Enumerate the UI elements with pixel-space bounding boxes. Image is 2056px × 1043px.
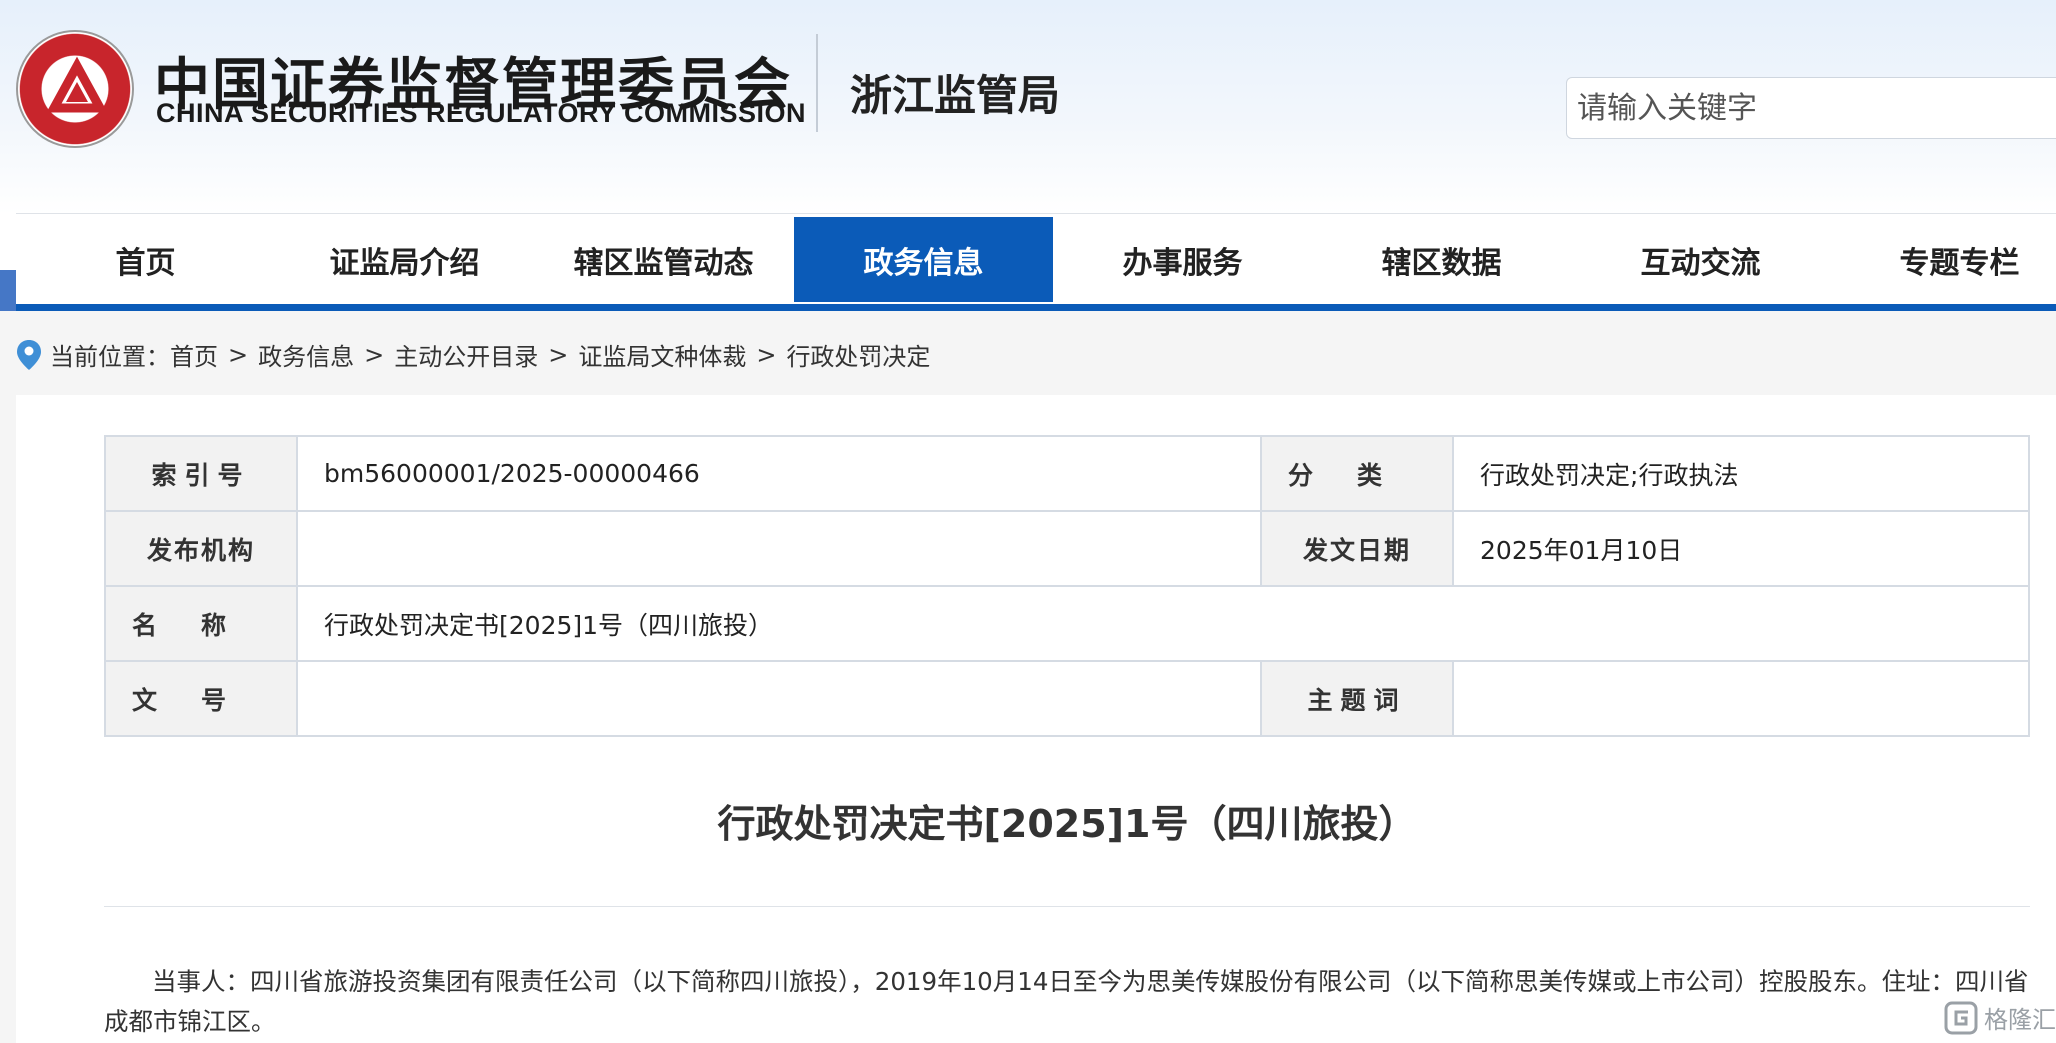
breadcrumb-document-genre[interactable]: 证监局文种体裁 [578, 337, 746, 372]
left-edge-tab [0, 270, 16, 311]
site-header: 中国证券监督管理委员会 CHINA SECURITIES REGULATORY … [0, 0, 2056, 214]
title-divider [104, 906, 2030, 907]
seal-emblem-icon [46, 56, 108, 113]
breadcrumb-separator: > [364, 340, 385, 369]
table-row: 名称 行政处罚决定书[2025]1号（四川旅投） [103, 585, 2030, 662]
nav-underline [16, 304, 2056, 311]
document-name-label: 名称 [103, 585, 299, 662]
issue-date-label: 发文日期 [1260, 510, 1455, 587]
nav-item-bureau-intro[interactable]: 证监局介绍 [275, 217, 534, 302]
logo-english-name: CHINA SECURITIES REGULATORY COMMISSION [156, 98, 807, 128]
publisher-value [296, 510, 1263, 587]
nav-item-regional-data[interactable]: 辖区数据 [1312, 217, 1571, 302]
nav-item-special-topics[interactable]: 专题专栏 [1830, 217, 2056, 302]
breadcrumb-separator: > [756, 340, 777, 369]
breadcrumb-separator: > [548, 340, 569, 369]
search-input[interactable] [1567, 78, 2056, 138]
document-paragraph: 当事人：四川省旅游投资集团有限责任公司（以下简称四川旅投），2019年10月14… [104, 967, 2029, 1036]
watermark-text: 格隆汇 [1984, 1006, 2056, 1034]
category-value: 行政处罚决定;行政执法 [1452, 435, 2030, 512]
breadcrumb-separator: > [228, 340, 249, 369]
document-title: 行政处罚决定书[2025]1号（四川旅投） [717, 802, 1417, 846]
table-row: 索引号 bm56000001/2025-00000466 分类 行政处罚决定;行… [103, 435, 2030, 512]
breadcrumb-disclosure-catalog[interactable]: 主动公开目录 [394, 337, 538, 372]
breadcrumb: 当前位置： 首页 > 政务信息 > 主动公开目录 > 证监局文种体裁 > 行政处… [16, 337, 930, 372]
breadcrumb-prefix: 当前位置： [50, 343, 170, 371]
main-nav: 首页 证监局介绍 辖区监管动态 政务信息 办事服务 辖区数据 互动交流 专题专栏 [16, 213, 2056, 305]
document-number-label: 文号 [103, 660, 299, 737]
breadcrumb-penalty-decision[interactable]: 行政处罚决定 [786, 337, 930, 372]
index-number-label: 索引号 [103, 435, 299, 512]
breadcrumb-government-info[interactable]: 政务信息 [258, 337, 354, 372]
watermark: 格隆汇 [1944, 1000, 2056, 1035]
breadcrumb-home[interactable]: 首页 [170, 337, 218, 372]
category-label: 分类 [1260, 435, 1455, 512]
bureau-name: 浙江监管局 [850, 71, 1061, 120]
nav-item-government-info[interactable]: 政务信息 [794, 217, 1053, 302]
csrc-seal-logo[interactable] [16, 30, 134, 148]
publisher-label: 发布机构 [103, 510, 299, 587]
logo-divider [816, 34, 818, 132]
table-row: 文号 主题词 [103, 660, 2030, 737]
location-pin-icon [17, 339, 41, 370]
table-row: 发布机构 发文日期 2025年01月10日 [103, 510, 2030, 587]
document-number-value [296, 660, 1263, 737]
nav-item-regional-supervision[interactable]: 辖区监管动态 [534, 217, 793, 302]
nav-item-services[interactable]: 办事服务 [1053, 217, 1312, 302]
keywords-value [1452, 660, 2030, 737]
search-box [1566, 77, 2056, 139]
document-metadata-table: 索引号 bm56000001/2025-00000466 分类 行政处罚决定;行… [103, 435, 2030, 737]
gelonghui-logo-icon [1944, 1001, 1978, 1034]
nav-item-home[interactable]: 首页 [16, 217, 275, 302]
keywords-label: 主题词 [1260, 660, 1455, 737]
index-number-value: bm56000001/2025-00000466 [296, 435, 1263, 512]
left-gutter [0, 395, 16, 1043]
document-name-value: 行政处罚决定书[2025]1号（四川旅投） [296, 585, 2030, 662]
nav-item-interaction[interactable]: 互动交流 [1571, 217, 1830, 302]
issue-date-value: 2025年01月10日 [1452, 510, 2030, 587]
